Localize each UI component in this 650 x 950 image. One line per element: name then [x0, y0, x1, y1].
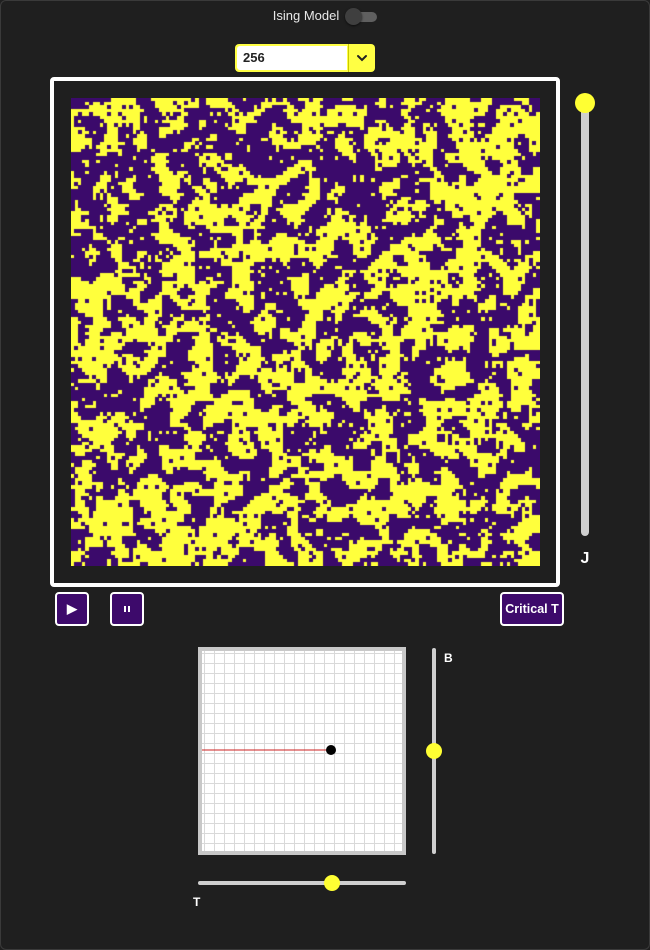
critical-t-button[interactable]: Critical T: [500, 592, 564, 626]
lattice-size-select[interactable]: 256: [235, 44, 375, 72]
j-label: J: [580, 550, 590, 567]
play-button[interactable]: ▶: [55, 592, 89, 626]
t-slider[interactable]: [198, 875, 406, 891]
phase-marker[interactable]: [326, 745, 336, 755]
phase-pad[interactable]: [198, 647, 406, 855]
play-icon: ▶: [67, 601, 77, 616]
app-title: Ising Model: [272, 8, 340, 23]
t-label: T: [193, 895, 201, 909]
j-slider-thumb[interactable]: [575, 93, 595, 113]
b-slider-thumb[interactable]: [426, 743, 442, 759]
b-slider[interactable]: [426, 648, 442, 854]
chevron-down-icon[interactable]: [348, 44, 375, 72]
j-slider[interactable]: [575, 93, 595, 538]
mode-toggle[interactable]: [345, 7, 378, 25]
b-label: B: [444, 651, 453, 665]
critical-t-label: Critical T: [505, 602, 559, 616]
pause-button[interactable]: [110, 592, 144, 626]
toggle-thumb: [345, 7, 363, 25]
phase-pad-overlay: [202, 745, 336, 755]
spin-lattice-canvas[interactable]: [71, 98, 540, 566]
t-slider-track: [198, 881, 406, 885]
lattice-size-value: 256: [237, 46, 347, 70]
pause-icon: [122, 602, 132, 617]
j-slider-track: [581, 100, 589, 536]
t-slider-thumb[interactable]: [324, 875, 340, 891]
header: Ising Model: [0, 7, 650, 25]
